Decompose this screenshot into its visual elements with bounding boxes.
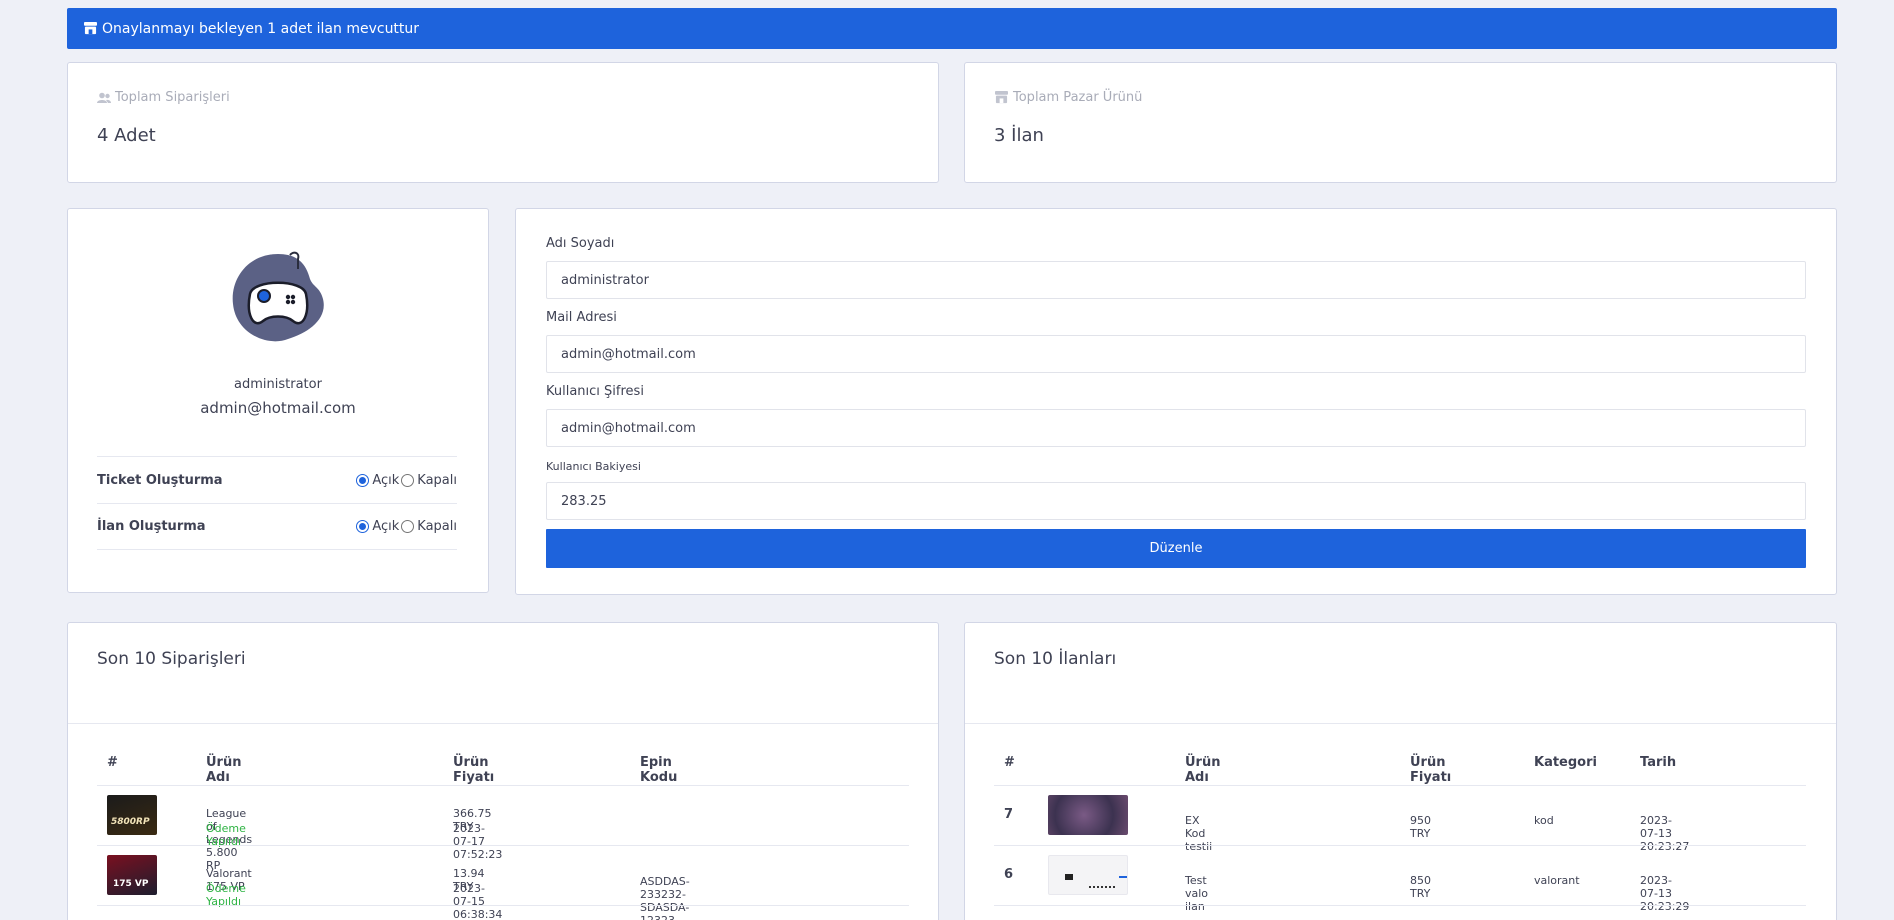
- order-code: ASDDAS-233232-SDASDA-12323: [640, 875, 690, 920]
- total-orders-label: Toplam Siparişleri: [115, 90, 230, 105]
- balance-input[interactable]: 283.25: [546, 482, 1806, 520]
- name-input[interactable]: administrator: [546, 261, 1806, 299]
- ticket-closed-option[interactable]: Kapalı: [401, 473, 457, 488]
- recent-orders-title: Son 10 Siparişleri: [97, 649, 246, 669]
- profile-card: administrator admin@hotmail.com Ticket O…: [67, 208, 489, 593]
- recent-listings-title: Son 10 İlanları: [994, 649, 1117, 669]
- col-header: Ürün Adı: [206, 755, 242, 785]
- name-label: Adı Soyadı: [546, 236, 615, 251]
- listing-permission-row: İlan Oluşturma Açık Kapalı: [97, 503, 457, 550]
- gamepad-icon: [232, 251, 324, 342]
- col-header: #: [107, 755, 118, 770]
- ticket-permission-label: Ticket Oluşturma: [97, 472, 223, 488]
- product-thumbnail: 175 VP: [107, 855, 157, 895]
- store-icon: [995, 91, 1008, 104]
- password-label: Kullanıcı Şifresi: [546, 384, 644, 399]
- listing-date: 2023-07-13 20:23:29: [1640, 874, 1690, 913]
- recent-listings-card: Son 10 İlanları # Ürün Adı Ürün Fiyatı K…: [964, 622, 1837, 920]
- listing-date: 2023-07-13 20:23:27: [1640, 814, 1690, 853]
- listing-price: 950 TRY: [1410, 814, 1431, 840]
- listing-closed-option[interactable]: Kapalı: [401, 519, 457, 534]
- total-market-value: 3 İlan: [994, 125, 1044, 146]
- listing-id: 7: [1004, 807, 1014, 822]
- recent-orders-card: Son 10 Siparişleri # Ürün Adı Ürün Fiyat…: [67, 622, 939, 920]
- radio-unchecked[interactable]: [401, 520, 415, 533]
- product-thumbnail: 5800RP: [107, 795, 157, 835]
- total-market-label: Toplam Pazar Ürünü: [1013, 90, 1143, 105]
- listing-category: kod: [1534, 814, 1554, 827]
- pending-listing-banner: Onaylanmayı bekleyen 1 adet ilan mevcutt…: [67, 8, 1837, 49]
- profile-name: administrator: [234, 377, 322, 392]
- col-header: Ürün Fiyatı: [453, 755, 495, 785]
- ticket-open-option[interactable]: Açık: [356, 473, 399, 488]
- mail-input[interactable]: admin@hotmail.com: [546, 335, 1806, 373]
- col-header: #: [1004, 755, 1015, 770]
- listing-product: EX Kod testii: [1185, 814, 1213, 853]
- col-header: Kategori: [1534, 755, 1597, 770]
- listing-thumbnail: [1048, 855, 1128, 895]
- col-header: Epin Kodu: [640, 755, 678, 785]
- profile-email: admin@hotmail.com: [200, 399, 356, 417]
- listing-price: 850 TRY: [1410, 874, 1431, 900]
- listing-id: 6: [1004, 867, 1014, 882]
- user-edit-form: Adı Soyadı administrator Mail Adresi adm…: [515, 208, 1837, 595]
- password-input[interactable]: admin@hotmail.com: [546, 409, 1806, 447]
- users-icon: [97, 92, 111, 103]
- order-date: 2023-07-17 07:52:23: [453, 822, 503, 861]
- mail-label: Mail Adresi: [546, 310, 617, 325]
- total-orders-value: 4 Adet: [97, 125, 156, 146]
- col-header: Ürün Adı: [1185, 755, 1221, 785]
- col-header: Ürün Fiyatı: [1410, 755, 1452, 785]
- ticket-permission-row: Ticket Oluşturma Açık Kapalı: [97, 456, 457, 503]
- listing-category: valorant: [1534, 874, 1580, 887]
- radio-checked[interactable]: [356, 520, 370, 533]
- store-icon: [84, 22, 97, 35]
- listing-permission-label: İlan Oluşturma: [97, 519, 206, 534]
- col-header: Tarih: [1640, 755, 1677, 770]
- order-date: 2023-07-15 06:38:34: [453, 882, 503, 920]
- radio-unchecked[interactable]: [401, 473, 415, 487]
- balance-label: Kullanıcı Bakiyesi: [546, 460, 641, 473]
- banner-text: Onaylanmayı bekleyen 1 adet ilan mevcutt…: [102, 20, 420, 37]
- listing-product: Test valo ilan: [1185, 874, 1209, 913]
- edit-button[interactable]: Düzenle: [546, 529, 1806, 568]
- radio-checked[interactable]: [356, 473, 370, 487]
- total-market-card: Toplam Pazar Ürünü 3 İlan: [964, 62, 1837, 183]
- listing-thumbnail: [1048, 795, 1128, 835]
- total-orders-card: Toplam Siparişleri 4 Adet: [67, 62, 939, 183]
- listing-open-option[interactable]: Açık: [356, 519, 399, 534]
